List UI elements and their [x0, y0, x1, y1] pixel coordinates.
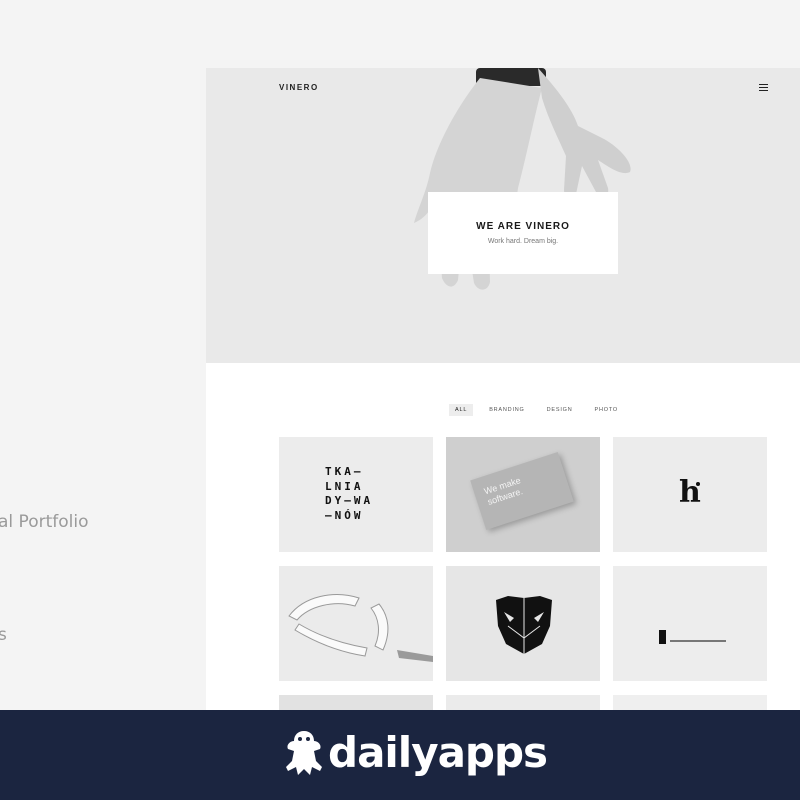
- filter-design[interactable]: DESIGN: [541, 404, 579, 416]
- hi-logo: h: [679, 475, 701, 510]
- mini-logo: [659, 630, 666, 644]
- portfolio-tile-hi-logo[interactable]: h: [613, 437, 767, 552]
- business-card: We make software.: [470, 452, 574, 530]
- portfolio-tile-row3-1[interactable]: [279, 695, 433, 710]
- filter-photo[interactable]: PHOTO: [589, 404, 624, 416]
- portfolio-tile-row3-2[interactable]: [446, 695, 600, 710]
- portfolio-tile-brand-bar[interactable]: [613, 566, 767, 681]
- hero-title: WE ARE VINERO: [476, 221, 570, 232]
- panther-icon: [496, 596, 552, 654]
- dailyapps-wordmark: dailyapps: [328, 728, 548, 777]
- frog-icon: [286, 731, 322, 775]
- paper-shapes: [288, 594, 433, 662]
- hero-section: VINERO WE ARE VINERO Work hard. Dream bi…: [206, 68, 800, 363]
- filter-all[interactable]: ALL: [449, 404, 474, 416]
- portfolio-tile-panther[interactable]: [446, 566, 600, 681]
- left-text-2: s: [0, 625, 7, 645]
- portfolio-filters: ALL BRANDING DESIGN PHOTO: [449, 404, 624, 416]
- filter-branding[interactable]: BRANDING: [483, 404, 530, 416]
- tkalnia-line: DY–WA: [325, 494, 374, 507]
- tkalnia-line: –NÓW: [325, 508, 364, 522]
- hi-logo-dot: [696, 482, 700, 486]
- hero-subtitle: Work hard. Dream big.: [487, 238, 559, 245]
- left-text-1: al Portfolio: [0, 512, 89, 532]
- hero-card: WE ARE VINERO Work hard. Dream big.: [428, 192, 618, 274]
- portfolio-tile-sketch[interactable]: [279, 566, 433, 681]
- theme-preview: VINERO WE ARE VINERO Work hard. Dream bi…: [206, 68, 800, 710]
- brand-logo[interactable]: VINERO: [279, 83, 319, 92]
- portfolio-tile-software-card[interactable]: We make software.: [446, 437, 600, 552]
- tkalnia-line: TKA–: [325, 465, 364, 478]
- mini-nav-bar: [670, 640, 726, 642]
- portfolio-tile-row3-3[interactable]: [613, 695, 767, 710]
- hamburger-icon[interactable]: [759, 84, 768, 91]
- tkalnia-line: LNIA: [325, 479, 364, 493]
- portfolio-tile-tkalnia[interactable]: TKA– LNIA DY–WA –NÓW: [279, 437, 433, 552]
